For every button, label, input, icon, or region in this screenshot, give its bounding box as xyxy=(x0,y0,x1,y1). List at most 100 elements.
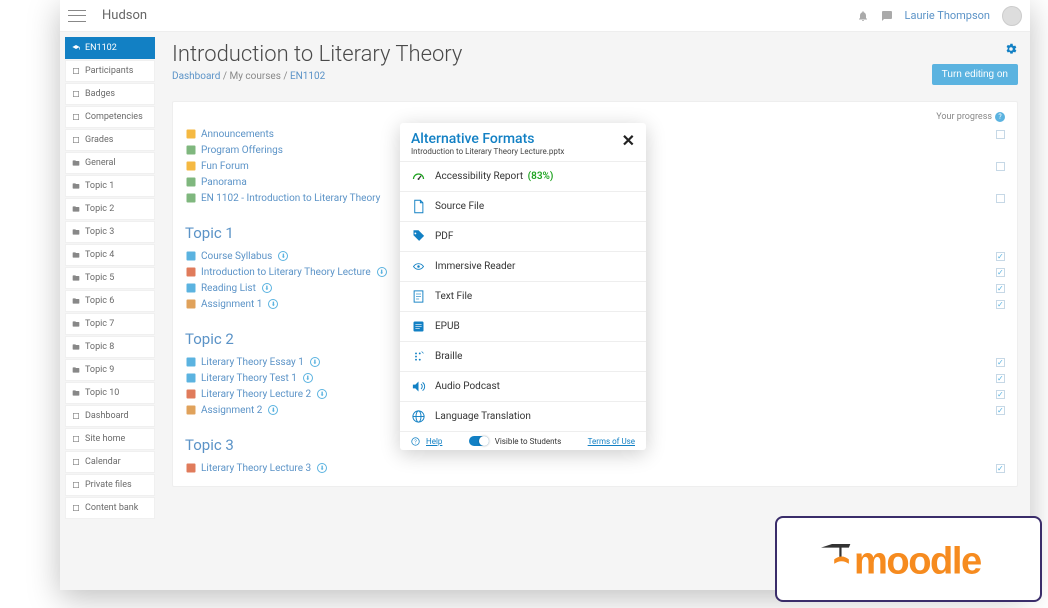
folder-icon xyxy=(72,366,80,374)
sidebar-item-topic-10[interactable]: Topic 10 xyxy=(65,382,155,404)
completion-checkbox[interactable] xyxy=(996,194,1005,203)
download-badge-icon[interactable]: ⬇ xyxy=(268,405,278,415)
breadcrumb-leaf[interactable]: EN1102 xyxy=(290,71,325,82)
activity-link[interactable]: Panorama xyxy=(185,176,247,188)
sidebar-item-label: Participants xyxy=(85,66,133,76)
gear-icon[interactable] xyxy=(1004,42,1018,56)
completion-checkbox[interactable] xyxy=(996,406,1005,415)
completion-checkbox[interactable] xyxy=(996,284,1005,293)
sidebar-item-calendar[interactable]: Calendar xyxy=(65,451,155,473)
assign-icon xyxy=(185,298,197,310)
completion-checkbox[interactable] xyxy=(996,390,1005,399)
activity-label: Literary Theory Lecture 3 xyxy=(201,463,311,474)
sidebar-item-grades[interactable]: Grades xyxy=(65,129,155,151)
download-badge-icon[interactable]: ⬇ xyxy=(278,251,288,261)
activity-link[interactable]: Introduction to Literary Theory Lecture⬇ xyxy=(185,266,387,278)
folder-icon xyxy=(72,205,80,213)
download-badge-icon[interactable]: ⬇ xyxy=(317,389,327,399)
completion-checkbox[interactable] xyxy=(996,300,1005,309)
bell-icon[interactable] xyxy=(857,10,869,22)
svg-text:moodle: moodle xyxy=(854,540,981,583)
completion-checkbox[interactable] xyxy=(996,162,1005,171)
help-icon[interactable]: ? xyxy=(995,112,1005,122)
format-option-epub[interactable]: EPUB xyxy=(400,311,646,341)
ppt-icon xyxy=(185,388,197,400)
username[interactable]: Laurie Thompson xyxy=(905,9,990,22)
page-title: Introduction to Literary Theory xyxy=(172,42,462,67)
hamburger-icon[interactable] xyxy=(68,10,86,22)
download-badge-icon[interactable]: ⬇ xyxy=(303,373,313,383)
activity-link[interactable]: Fun Forum xyxy=(185,160,249,172)
sidebar-item-topic-7[interactable]: Topic 7 xyxy=(65,313,155,335)
sidebar-item-content-bank[interactable]: Content bank xyxy=(65,497,155,519)
home-icon xyxy=(72,435,80,443)
terms-link[interactable]: Terms of Use xyxy=(588,437,635,446)
pencil-icon xyxy=(72,504,80,512)
turn-editing-on-button[interactable]: Turn editing on xyxy=(932,64,1018,85)
download-badge-icon[interactable]: ⬇ xyxy=(310,357,320,367)
assign-icon xyxy=(185,404,197,416)
format-option-source-file[interactable]: Source File xyxy=(400,191,646,221)
format-option-braille[interactable]: Braille xyxy=(400,341,646,371)
activity-link[interactable]: Literary Theory Lecture 3 ⬇ xyxy=(185,462,327,474)
avatar[interactable] xyxy=(1002,6,1022,26)
completion-checkbox[interactable] xyxy=(996,464,1005,473)
sidebar-item-topic-9[interactable]: Topic 9 xyxy=(65,359,155,381)
help-link[interactable]: Help xyxy=(426,437,442,446)
sidebar-item-en1102[interactable]: EN1102 xyxy=(65,37,155,59)
activity-link[interactable]: Literary Theory Lecture 2⬇ xyxy=(185,388,327,400)
format-option-accessibility-report[interactable]: Accessibility Report (83%) xyxy=(400,161,646,191)
sidebar-item-label: Competencies xyxy=(85,112,143,122)
activity-link[interactable]: Literary Theory Test 1⬇ xyxy=(185,372,313,384)
completion-checkbox[interactable] xyxy=(996,268,1005,277)
doc-icon xyxy=(185,250,197,262)
sidebar-item-topic-6[interactable]: Topic 6 xyxy=(65,290,155,312)
download-badge-icon[interactable]: ⬇ xyxy=(377,267,387,277)
activity-link[interactable]: EN 1102 - Introduction to Literary Theor… xyxy=(185,192,380,204)
activity-link[interactable]: Announcements xyxy=(185,128,274,140)
sidebar: EN1102 Participants Badges Competencies Grad… xyxy=(60,32,160,590)
format-option-audio-podcast[interactable]: Audio Podcast xyxy=(400,371,646,401)
folder-icon xyxy=(72,389,80,397)
sidebar-item-private-files[interactable]: Private files xyxy=(65,474,155,496)
download-badge-icon[interactable]: ⬇ xyxy=(317,463,327,473)
format-option-text-file[interactable]: Text File xyxy=(400,281,646,311)
activity-link[interactable]: Program Offerings xyxy=(185,144,283,156)
sidebar-item-dashboard[interactable]: Dashboard xyxy=(65,405,155,427)
brand: Hudson xyxy=(102,8,147,23)
format-option-language-translation[interactable]: Language Translation xyxy=(400,401,646,431)
activity-label: Reading List xyxy=(201,283,256,294)
format-option-pdf[interactable]: PDF xyxy=(400,221,646,251)
sidebar-item-topic-2[interactable]: Topic 2 xyxy=(65,198,155,220)
completion-checkbox[interactable] xyxy=(996,130,1005,139)
download-badge-icon[interactable]: ⬇ xyxy=(262,283,272,293)
sidebar-item-competencies[interactable]: Competencies xyxy=(65,106,155,128)
completion-checkbox[interactable] xyxy=(996,358,1005,367)
visible-to-students-toggle[interactable] xyxy=(469,436,489,446)
sidebar-item-topic-4[interactable]: Topic 4 xyxy=(65,244,155,266)
format-label: Accessibility Report (83%) xyxy=(435,171,553,182)
sidebar-item-badges[interactable]: Badges xyxy=(65,83,155,105)
chat-icon[interactable] xyxy=(881,10,893,22)
sidebar-item-topic-8[interactable]: Topic 8 xyxy=(65,336,155,358)
completion-checkbox[interactable] xyxy=(996,252,1005,261)
activity-link[interactable]: Literary Theory Essay 1⬇ xyxy=(185,356,320,368)
sidebar-item-topic-5[interactable]: Topic 5 xyxy=(65,267,155,289)
format-option-immersive-reader[interactable]: Immersive Reader xyxy=(400,251,646,281)
activity-label: Assignment 2 xyxy=(201,405,262,416)
close-icon[interactable]: ✕ xyxy=(622,131,635,150)
breadcrumb-root[interactable]: Dashboard xyxy=(172,71,220,82)
activity-label: EN 1102 - Introduction to Literary Theor… xyxy=(201,193,380,204)
sidebar-item-general[interactable]: General xyxy=(65,152,155,174)
activity-link[interactable]: Course Syllabus⬇ xyxy=(185,250,288,262)
activity-link[interactable]: Reading List ⬇ xyxy=(185,282,272,294)
sidebar-item-topic-1[interactable]: Topic 1 xyxy=(65,175,155,197)
sidebar-item-participants[interactable]: Participants xyxy=(65,60,155,82)
download-badge-icon[interactable]: ⬇ xyxy=(268,299,278,309)
sidebar-item-topic-3[interactable]: Topic 3 xyxy=(65,221,155,243)
completion-checkbox[interactable] xyxy=(996,374,1005,383)
sidebar-item-site-home[interactable]: Site home xyxy=(65,428,155,450)
activity-link[interactable]: Assignment 2 ⬇ xyxy=(185,404,278,416)
activity-row: Literary Theory Lecture 3 ⬇ xyxy=(185,460,1005,476)
activity-link[interactable]: Assignment 1⬇ xyxy=(185,298,278,310)
